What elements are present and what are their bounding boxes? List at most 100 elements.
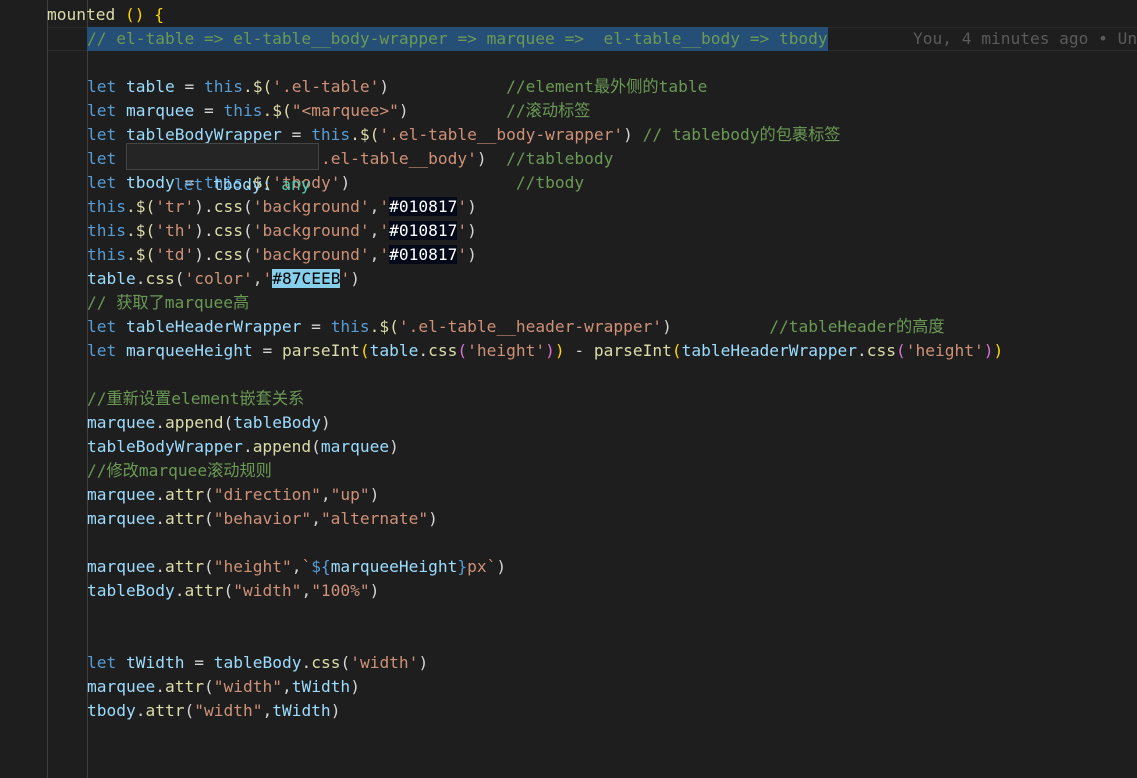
token-keyword: let bbox=[87, 149, 117, 168]
color-swatch: #010817 bbox=[389, 197, 458, 216]
token-variable: table bbox=[126, 77, 175, 96]
code-line-mounted[interactable]: mounted () { bbox=[0, 3, 1137, 27]
token-comma: , bbox=[252, 269, 263, 288]
token-paren: ( bbox=[242, 197, 253, 216]
token-function: parseInt bbox=[281, 341, 360, 360]
token-paren: ( bbox=[896, 341, 906, 360]
token-string: '.el-table__body' bbox=[311, 149, 477, 168]
token-string: 'tr' bbox=[155, 197, 195, 216]
code-line-table[interactable]: let table = this.$('.el-table') //elemen… bbox=[0, 75, 1137, 99]
code-line-comment-selected[interactable]: // el-table => el-table__body-wrapper =>… bbox=[0, 27, 1137, 51]
code-line-marquee-append[interactable]: marquee.append(tableBody) bbox=[0, 411, 1137, 435]
code-line-table-color[interactable]: table.css('color','#87CEEB') bbox=[0, 267, 1137, 291]
token-variable: tWidth bbox=[291, 677, 351, 696]
token-call: .$( bbox=[262, 101, 292, 120]
token-comma: , bbox=[291, 557, 302, 576]
token-comma: , bbox=[369, 245, 380, 264]
token-function: css bbox=[213, 197, 243, 216]
token-this: this bbox=[223, 101, 263, 120]
token-quote: ' bbox=[457, 221, 468, 240]
token-paren: ( bbox=[359, 341, 370, 360]
token-comma: , bbox=[281, 677, 292, 696]
token-dot: . bbox=[857, 341, 867, 360]
code-line-comment[interactable]: // 获取了marquee高 bbox=[0, 291, 1137, 315]
token-this: this bbox=[87, 245, 126, 264]
selected-comment: // el-table => el-table__body-wrapper =>… bbox=[87, 27, 828, 51]
token-comma: , bbox=[301, 581, 312, 600]
token-keyword: let bbox=[87, 125, 117, 144]
token-variable: marquee bbox=[87, 677, 156, 696]
token-variable: tableBody bbox=[87, 581, 175, 600]
token-paren: ( bbox=[203, 677, 214, 696]
token-paren: ) bbox=[418, 653, 429, 672]
token-variable: tableBody bbox=[233, 413, 321, 432]
token-string: "alternate" bbox=[320, 509, 429, 528]
token-string: 'background' bbox=[252, 245, 370, 264]
token-paren: ) bbox=[554, 341, 565, 360]
code-line-marquee[interactable]: let marquee = this.$("<marquee>") //滚动标签 bbox=[0, 99, 1137, 123]
token-operator: = bbox=[301, 317, 331, 336]
token-paren: ( bbox=[311, 437, 321, 456]
code-line-tbody-width[interactable]: tbody.attr("width",tWidth) bbox=[0, 699, 1137, 723]
code-line-twidth[interactable]: let tWidth = tableBody.css('width') bbox=[0, 651, 1137, 675]
code-line-comment[interactable]: //修改marquee滚动规则 bbox=[0, 459, 1137, 483]
code-line-comment[interactable]: //重新设置element嵌套关系 bbox=[0, 387, 1137, 411]
token-paren: ) bbox=[350, 677, 360, 696]
token-function: mounted bbox=[47, 5, 116, 24]
token-function: attr bbox=[164, 677, 204, 696]
token-function: attr bbox=[184, 581, 224, 600]
token-paren: ( bbox=[184, 701, 195, 720]
token-this: this bbox=[87, 221, 126, 240]
token-paren: ( bbox=[203, 485, 214, 504]
token-function: append bbox=[252, 437, 312, 456]
hover-tooltip: let tbody: any bbox=[126, 143, 320, 194]
token-string: 'width' bbox=[350, 653, 419, 672]
token-string: "direction" bbox=[213, 485, 321, 504]
code-line-th-css[interactable]: this.$('th').css('background','#010817') bbox=[0, 219, 1137, 243]
token-punct: ). bbox=[194, 197, 214, 216]
token-string: "width" bbox=[194, 701, 263, 720]
token-variable: tableBody bbox=[213, 653, 302, 672]
token-variable: marquee bbox=[126, 101, 195, 120]
token-template: px` bbox=[467, 557, 497, 576]
token-dot: . bbox=[418, 341, 429, 360]
token-function: append bbox=[164, 413, 224, 432]
code-line-attr-width[interactable]: tableBody.attr("width","100%") bbox=[0, 579, 1137, 603]
token-call: .$( bbox=[242, 77, 273, 96]
token-comment: //tbody bbox=[515, 173, 585, 192]
token-dot: . bbox=[155, 509, 165, 528]
code-line-tableheaderwrapper[interactable]: let tableHeaderWrapper = this.$('.el-tab… bbox=[0, 315, 1137, 339]
token-string: 'th' bbox=[155, 221, 195, 240]
token-dot: . bbox=[155, 677, 165, 696]
token-paren: ) bbox=[993, 341, 1004, 360]
code-line-wrapper-append[interactable]: tableBodyWrapper.append(marquee) bbox=[0, 435, 1137, 459]
token-call: .$( bbox=[350, 125, 380, 144]
token-brace: { bbox=[154, 5, 164, 24]
code-line-attr-behavior[interactable]: marquee.attr("behavior","alternate") bbox=[0, 507, 1137, 531]
token-variable: table bbox=[87, 269, 136, 288]
token-variable: marqueeHeight bbox=[126, 341, 253, 360]
code-line-td-css[interactable]: this.$('td').css('background','#010817') bbox=[0, 243, 1137, 267]
hover-type: any bbox=[281, 175, 311, 194]
code-line-attr-direction[interactable]: marquee.attr("direction","up") bbox=[0, 483, 1137, 507]
token-variable: marquee bbox=[87, 509, 156, 528]
token-dot: . bbox=[155, 485, 165, 504]
token-string: "height" bbox=[213, 557, 292, 576]
git-blame-annotation: You, 4 minutes ago • Un bbox=[913, 29, 1137, 48]
token-comment: // tablebody的包裹标签 bbox=[642, 125, 841, 144]
token-comma: , bbox=[369, 221, 380, 240]
token-paren: ) bbox=[340, 173, 351, 192]
code-line-attr-height[interactable]: marquee.attr("height",`${marqueeHeight}p… bbox=[0, 555, 1137, 579]
code-line-marquee-width[interactable]: marquee.attr("width",tWidth) bbox=[0, 675, 1137, 699]
token-function: attr bbox=[164, 485, 204, 504]
code-line-tr-css[interactable]: this.$('tr').css('background','#010817') bbox=[0, 195, 1137, 219]
color-swatch: #010817 bbox=[389, 245, 458, 264]
token-variable: tableHeaderWrapper bbox=[126, 317, 302, 336]
token-function: parseInt bbox=[593, 341, 672, 360]
code-line-marqueeheight[interactable]: let marqueeHeight = parseInt(table.css('… bbox=[0, 339, 1137, 363]
token-keyword: let bbox=[87, 653, 117, 672]
token-paren: ) bbox=[623, 125, 633, 144]
code-editor[interactable]: mounted () { // el-table => el-table__bo… bbox=[0, 0, 1137, 778]
token-paren: ) bbox=[369, 485, 380, 504]
token-keyword: let bbox=[87, 341, 117, 360]
